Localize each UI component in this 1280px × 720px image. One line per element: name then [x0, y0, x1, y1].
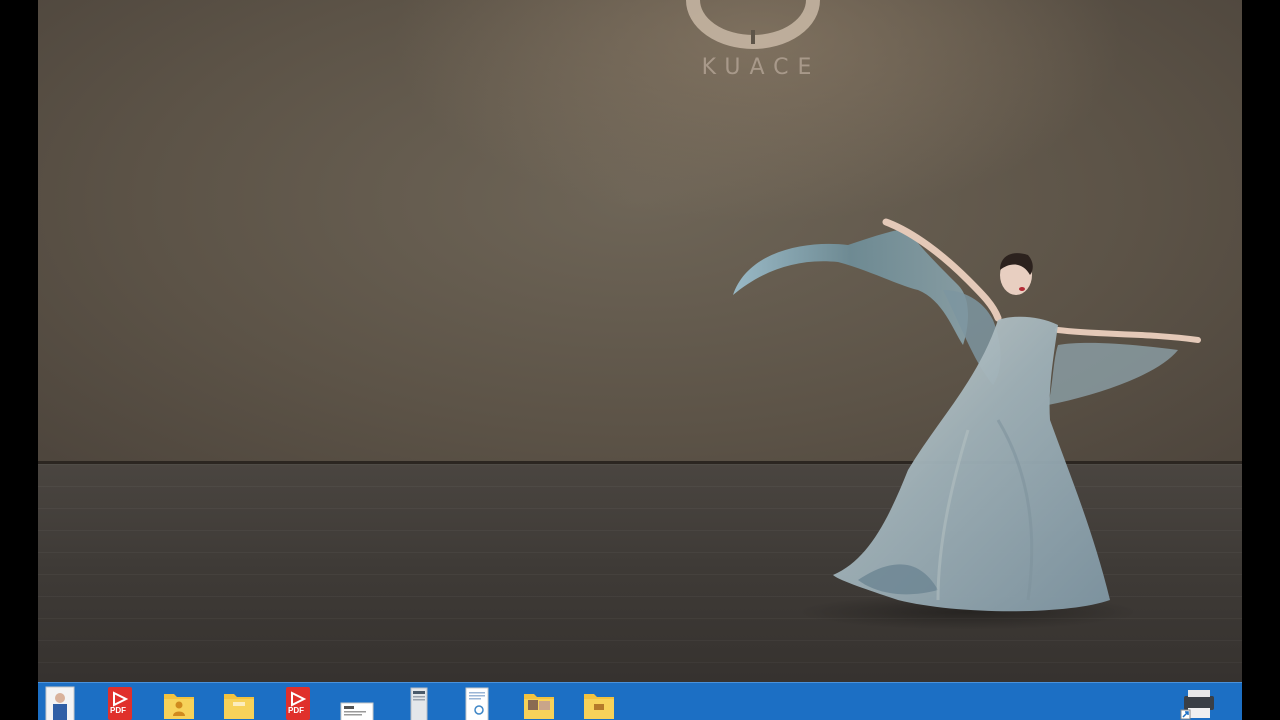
- person-photo-icon: [45, 686, 75, 720]
- taskbar-item-person-photo[interactable]: [44, 686, 78, 720]
- folder-icon: [584, 694, 614, 719]
- taskbar-item-pdf-2[interactable]: PDF: [282, 686, 316, 720]
- user-folder-icon: [164, 694, 194, 719]
- pdf-badge: PDF: [110, 706, 126, 715]
- pdf-badge: PDF: [288, 706, 304, 715]
- video-frame[interactable]: KUACE: [38, 0, 1242, 682]
- text-document-icon: [465, 687, 489, 720]
- tall-document-icon: [410, 687, 428, 720]
- printer-shortcut-icon: [1180, 690, 1214, 720]
- photo-folder-icon: [524, 694, 554, 719]
- taskbar-item-user-folder[interactable]: [162, 686, 196, 720]
- taskbar-item-folder-1[interactable]: [222, 686, 256, 720]
- taskbar-item-document-thumbnail[interactable]: [340, 686, 374, 720]
- taskbar: PDF PDF: [38, 682, 1242, 720]
- taskbar-item-photo-folder[interactable]: [522, 686, 556, 720]
- folder-icon: [224, 694, 254, 719]
- taskbar-item-printer-shortcut[interactable]: [1178, 686, 1214, 720]
- taskbar-item-pdf-1[interactable]: PDF: [104, 686, 138, 720]
- taskbar-item-folder-2[interactable]: [582, 686, 616, 720]
- taskbar-item-text-document[interactable]: [460, 686, 494, 720]
- document-thumbnail-icon: [340, 702, 374, 720]
- screen: KUACE PDF PDF: [0, 0, 1280, 720]
- dancer-figure: [733, 218, 1201, 630]
- taskbar-item-tall-document[interactable]: [402, 686, 436, 720]
